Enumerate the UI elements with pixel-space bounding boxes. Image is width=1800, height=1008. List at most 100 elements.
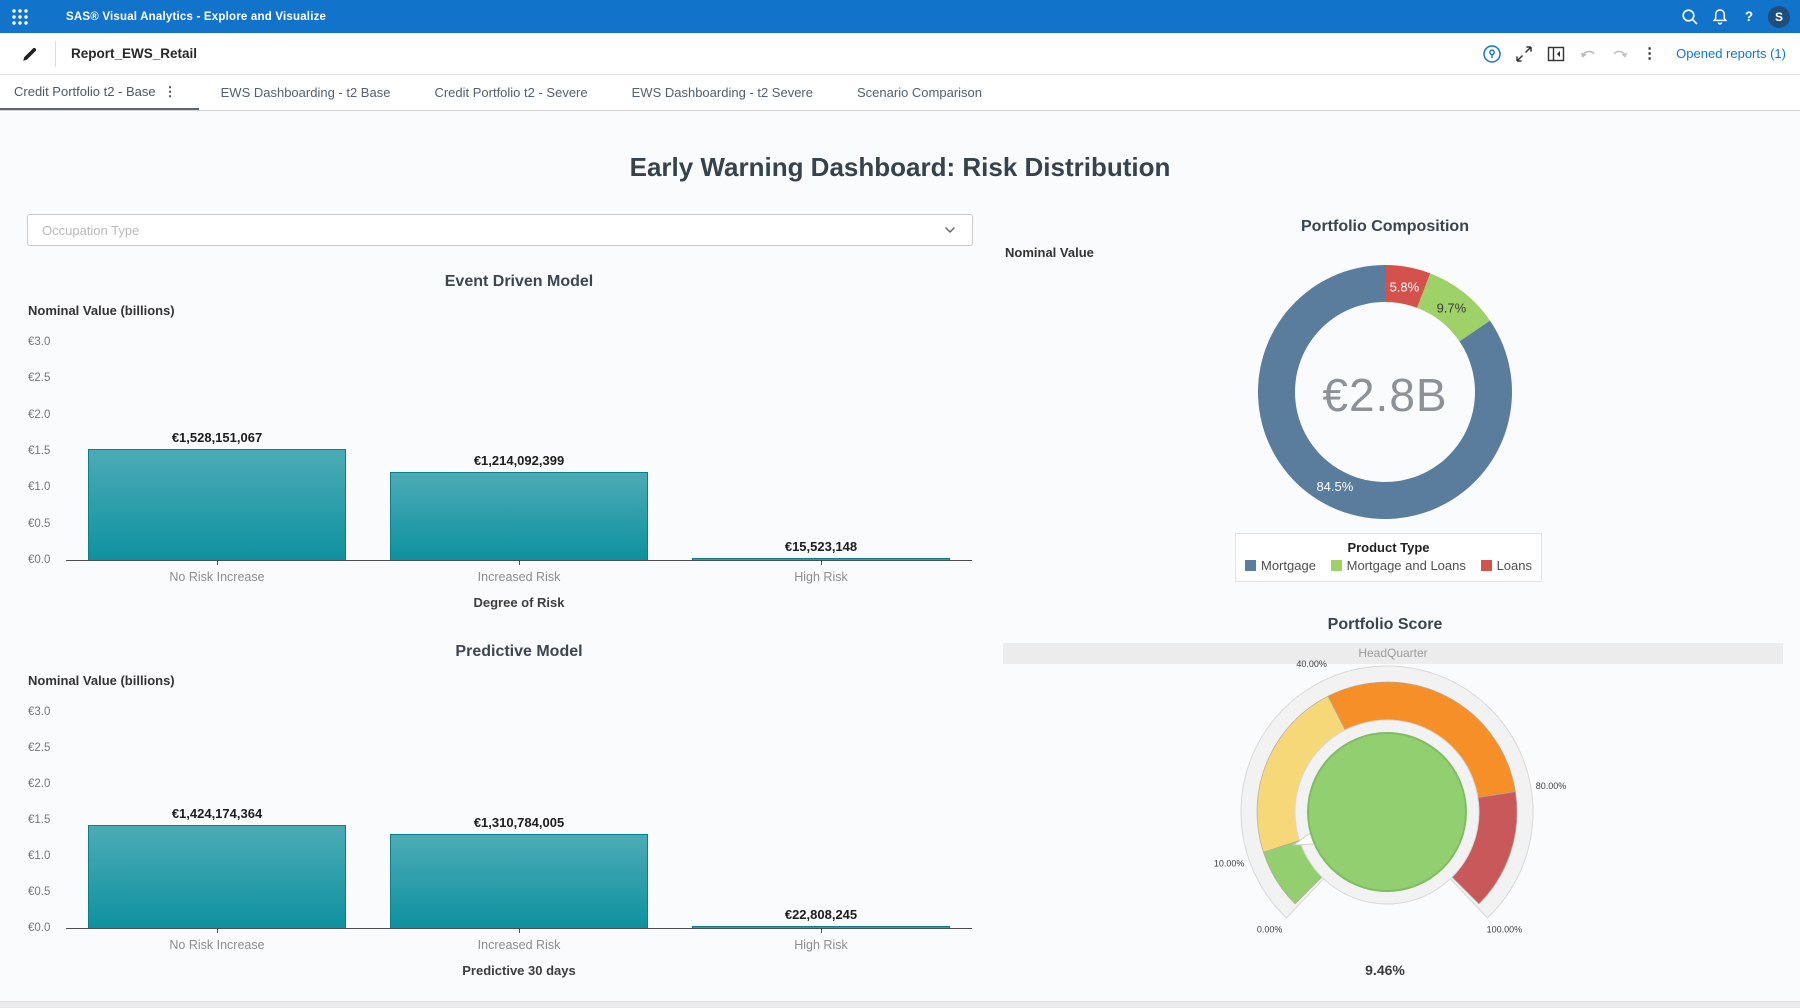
y-tick-label: €0.0 bbox=[28, 554, 50, 566]
category-label: Increased Risk bbox=[368, 938, 670, 952]
bottom-scroll-strip[interactable] bbox=[0, 1001, 1800, 1008]
app-bar: SAS® Visual Analytics - Explore and Visu… bbox=[0, 0, 1800, 33]
opened-reports-link[interactable]: Opened reports (1) bbox=[1676, 46, 1786, 61]
legend-label: Mortgage bbox=[1261, 558, 1316, 573]
legend-item-loans[interactable]: Loans bbox=[1481, 558, 1532, 573]
y-tick-label: €3.0 bbox=[28, 336, 50, 348]
tab-ews-dashboarding-t2-base[interactable]: EWS Dashboarding - t2 Base bbox=[199, 75, 413, 110]
portfolio-score-panel: Portfolio Score HeadQuarter 0.00%10.00%4… bbox=[1000, 608, 1800, 1008]
axis-tick bbox=[217, 929, 218, 933]
donut-center-value: €2.8B bbox=[1235, 368, 1535, 422]
expand-fullscreen-icon[interactable] bbox=[1514, 44, 1534, 64]
legend-items: Mortgage Mortgage and Loans Loans bbox=[1236, 558, 1541, 581]
tab-scenario-comparison[interactable]: Scenario Comparison bbox=[835, 75, 1004, 110]
event-driven-model-chart: Event Driven Model Nominal Value (billio… bbox=[0, 265, 985, 617]
y-tick-label: €2.0 bbox=[28, 409, 50, 421]
tab-ews-dashboarding-t2-severe[interactable]: EWS Dashboarding - t2 Severe bbox=[610, 75, 835, 110]
legend-label: Loans bbox=[1497, 558, 1532, 573]
redo-icon[interactable] bbox=[1610, 44, 1630, 64]
category-label: High Risk bbox=[670, 938, 972, 952]
bar-increased-risk[interactable] bbox=[390, 472, 648, 560]
gauge-boundary-label: 10.00% bbox=[1214, 858, 1245, 868]
app-title: SAS® Visual Analytics - Explore and Visu… bbox=[66, 11, 326, 23]
y-tick-label: €1.0 bbox=[28, 850, 50, 862]
category-label: Increased Risk bbox=[368, 570, 670, 584]
bar-slot: €1,424,174,364 bbox=[66, 713, 368, 928]
gauge-boundary-label: 100.00% bbox=[1487, 924, 1523, 934]
search-icon[interactable] bbox=[1680, 7, 1700, 27]
bar-value-label: €1,424,174,364 bbox=[172, 806, 262, 821]
bar-value-label: €1,214,092,399 bbox=[474, 453, 564, 468]
slice-percent-label: 9.7% bbox=[1437, 301, 1467, 316]
tab-credit-portfolio-t2-severe[interactable]: Credit Portfolio t2 - Severe bbox=[412, 75, 609, 110]
divider bbox=[55, 41, 56, 67]
tab-label: EWS Dashboarding - t2 Severe bbox=[632, 85, 813, 100]
chart-title: Event Driven Model bbox=[66, 273, 972, 291]
tab-menu-icon[interactable]: ⋮ bbox=[164, 84, 177, 100]
y-tick-label: €3.0 bbox=[28, 706, 50, 718]
bar-slot: €15,523,148 bbox=[670, 343, 972, 560]
y-tick-label: €2.5 bbox=[28, 372, 50, 384]
bar-value-label: €1,310,784,005 bbox=[474, 815, 564, 830]
bar-increased-risk[interactable] bbox=[390, 834, 648, 928]
y-tick-label: €1.0 bbox=[28, 481, 50, 493]
appbar-actions: ? S bbox=[1680, 6, 1800, 28]
measure-label: Nominal Value bbox=[1005, 245, 1094, 260]
axis-tick bbox=[519, 929, 520, 933]
legend-label: Mortgage and Loans bbox=[1347, 558, 1466, 573]
chart-title: Portfolio Composition bbox=[1085, 218, 1685, 236]
axis-tick bbox=[217, 561, 218, 565]
legend-swatch bbox=[1481, 560, 1492, 571]
gauge-boundary-label: 0.00% bbox=[1257, 924, 1283, 934]
y-tick-label: €1.5 bbox=[28, 445, 50, 457]
tab-label: Credit Portfolio t2 - Severe bbox=[434, 85, 587, 100]
y-tick-label: €0.0 bbox=[28, 922, 50, 934]
chart-title: Predictive Model bbox=[66, 643, 972, 661]
legend-item-mortgage-and-loans[interactable]: Mortgage and Loans bbox=[1331, 558, 1466, 573]
bar-slot: €1,310,784,005 bbox=[368, 713, 670, 928]
legend-title: Product Type bbox=[1236, 540, 1541, 555]
filter-placeholder: Occupation Type bbox=[42, 223, 139, 238]
bar-slot: €1,214,092,399 bbox=[368, 343, 670, 560]
report-toolbar: Report_EWS_Retail bbox=[0, 33, 1800, 75]
legend: Product Type Mortgage Mortgage and Loans L… bbox=[1235, 533, 1542, 582]
legend-item-mortgage[interactable]: Mortgage bbox=[1245, 558, 1316, 573]
slice-percent-label: 84.5% bbox=[1316, 479, 1353, 494]
tab-credit-portfolio-t2-base[interactable]: Credit Portfolio t2 - Base⋮ bbox=[0, 75, 199, 110]
bar-no-risk-increase[interactable] bbox=[88, 449, 346, 560]
x-axis-title: Predictive 30 days bbox=[66, 963, 972, 978]
y-tick-label: €2.5 bbox=[28, 742, 50, 754]
occupation-type-filter[interactable]: Occupation Type bbox=[27, 214, 973, 246]
panel-toggle-icon[interactable] bbox=[1546, 44, 1566, 64]
bar-high-risk[interactable] bbox=[692, 558, 950, 560]
undo-icon[interactable] bbox=[1578, 44, 1598, 64]
bar-value-label: €22,808,245 bbox=[785, 907, 857, 922]
x-axis-title: Degree of Risk bbox=[66, 595, 972, 610]
notifications-bell-icon[interactable] bbox=[1710, 7, 1730, 27]
y-axis-label: Nominal Value (billions) bbox=[28, 303, 175, 318]
plot-area: €1,528,151,067€1,214,092,399€15,523,148 bbox=[66, 343, 972, 561]
tab-label: Scenario Comparison bbox=[857, 85, 982, 100]
user-avatar[interactable]: S bbox=[1768, 6, 1790, 28]
y-axis-label: Nominal Value (billions) bbox=[28, 673, 175, 688]
bar-slot: €22,808,245 bbox=[670, 713, 972, 928]
more-options-icon[interactable]: ⋮ bbox=[1642, 44, 1656, 64]
page-title: Early Warning Dashboard: Risk Distributi… bbox=[0, 152, 1800, 183]
gauge-value-disc bbox=[1308, 733, 1466, 891]
report-title: Report_EWS_Retail bbox=[71, 46, 197, 61]
bar-no-risk-increase[interactable] bbox=[88, 825, 346, 928]
tab-bar: Credit Portfolio t2 - Base⋮ EWS Dashboard… bbox=[0, 75, 1800, 111]
edit-pencil-icon[interactable] bbox=[20, 44, 40, 64]
toolbar-actions: ⋮ Opened reports (1) bbox=[1482, 44, 1800, 64]
category-label: No Risk Increase bbox=[66, 570, 368, 584]
bar-high-risk[interactable] bbox=[692, 926, 950, 928]
tab-label: EWS Dashboarding - t2 Base bbox=[221, 85, 391, 100]
slice-percent-label: 5.8% bbox=[1390, 279, 1420, 294]
plot-area: €1,424,174,364 €1,310,784,005 €22,808,245 bbox=[66, 713, 972, 929]
insights-icon[interactable] bbox=[1482, 44, 1502, 64]
gauge-chart: 0.00%10.00%40.00%80.00%100.00% bbox=[1187, 650, 1587, 980]
gauge-boundary-label: 40.00% bbox=[1296, 659, 1327, 669]
help-icon[interactable]: ? bbox=[1740, 9, 1758, 24]
app-launcher-icon[interactable] bbox=[10, 7, 30, 27]
legend-swatch bbox=[1331, 560, 1342, 571]
